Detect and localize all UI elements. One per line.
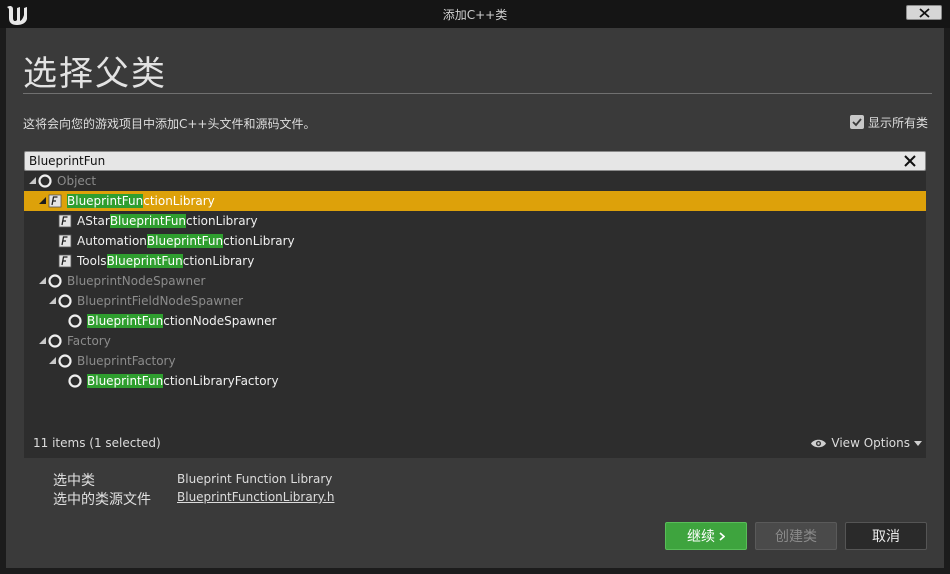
circle-node-icon — [48, 274, 62, 288]
tree-row[interactable]: ToolsBlueprintFunctionLibrary — [24, 251, 926, 271]
expand-arrow-icon[interactable] — [48, 296, 57, 305]
continue-label: 继续 — [687, 529, 715, 545]
items-count: 11 items (1 selected) — [33, 436, 161, 450]
clear-search-icon[interactable] — [903, 154, 917, 168]
create-class-button[interactable]: 创建类 — [755, 522, 837, 550]
expand-arrow-icon[interactable] — [38, 196, 47, 205]
close-button[interactable] — [906, 5, 942, 20]
label-suffix: ctionLibrary — [143, 194, 215, 208]
tree-row[interactable]: BlueprintFunctionLibrary — [24, 191, 926, 211]
tree-row-label: BlueprintFunctionLibraryFactory — [87, 374, 279, 388]
tree-row[interactable]: AutomationBlueprintFunctionLibrary — [24, 231, 926, 251]
label-suffix: Factory — [67, 334, 111, 348]
search-match-highlight: BlueprintFun — [67, 194, 144, 208]
label-prefix: AStar — [77, 214, 110, 228]
tree-row[interactable]: BlueprintFactory — [24, 351, 926, 371]
script-class-icon — [58, 214, 72, 228]
show-all-label: 显示所有类 — [867, 115, 928, 130]
selected-class-label: 选中类 — [53, 473, 95, 489]
tree-row[interactable]: Factory — [24, 331, 926, 351]
tree-row[interactable]: BlueprintNodeSpawner — [24, 271, 926, 291]
window-title: 添加C++类 — [442, 8, 508, 22]
search-match-highlight: BlueprintFun — [87, 374, 164, 388]
tree-row[interactable]: BlueprintFunctionNodeSpawner — [24, 311, 926, 331]
label-prefix: Tools — [77, 254, 107, 268]
expand-arrow-icon[interactable] — [48, 356, 57, 365]
search-input[interactable] — [29, 153, 889, 169]
view-options-button[interactable]: View Options — [810, 436, 922, 450]
search-box[interactable] — [24, 151, 926, 171]
label-suffix: ctionLibrary — [186, 214, 258, 228]
circle-node-icon — [68, 314, 82, 328]
tree-row[interactable]: AStarBlueprintFunctionLibrary — [24, 211, 926, 231]
selected-class-value: Blueprint Function Library — [177, 472, 333, 486]
expand-arrow-icon[interactable] — [28, 176, 37, 185]
search-match-highlight: BlueprintFun — [106, 254, 183, 268]
search-match-highlight: BlueprintFun — [109, 214, 187, 228]
script-class-icon — [58, 254, 72, 268]
tree-row-label: Factory — [67, 334, 111, 348]
tree-row-label: BlueprintFactory — [77, 354, 176, 368]
label-prefix: Automation — [77, 234, 147, 248]
circle-node-icon — [38, 174, 52, 188]
show-all-checkbox[interactable] — [849, 115, 864, 129]
tree-row[interactable]: BlueprintFieldNodeSpawner — [24, 291, 926, 311]
eye-icon — [811, 439, 827, 447]
circle-node-icon — [48, 334, 62, 348]
search-match-highlight: BlueprintFun — [87, 314, 164, 328]
content-panel: 选择父类 这将会向您的游戏项目中添加C++头文件和源码文件。 显示所有类 Obj… — [6, 28, 944, 568]
close-icon — [919, 8, 930, 18]
tree-row-label: BlueprintNodeSpawner — [67, 274, 205, 288]
label-suffix: ctionLibrary — [182, 254, 255, 268]
tree-row-label: BlueprintFunctionNodeSpawner — [87, 314, 276, 328]
tree-row-label: BlueprintFieldNodeSpawner — [77, 294, 243, 308]
label-suffix: ctionLibrary — [223, 234, 295, 248]
tree-row[interactable]: Object — [24, 171, 926, 191]
script-class-icon — [58, 234, 72, 248]
circle-node-icon — [68, 374, 82, 388]
expand-arrow-icon[interactable] — [38, 336, 47, 345]
label-suffix: BlueprintFieldNodeSpawner — [77, 294, 244, 308]
circle-node-icon — [58, 294, 72, 308]
circle-node-icon — [58, 354, 72, 368]
label-suffix: Object — [57, 174, 97, 188]
continue-button[interactable]: 继续 — [665, 522, 747, 550]
script-class-icon — [48, 194, 62, 208]
title-bar[interactable]: 添加C++类 — [0, 0, 950, 28]
label-suffix: ctionNodeSpawner — [163, 314, 277, 328]
tree-row-label: AStarBlueprintFunctionLibrary — [77, 214, 258, 228]
label-suffix: ctionLibraryFactory — [163, 374, 279, 388]
search-match-highlight: BlueprintFun — [146, 234, 224, 248]
add-cpp-class-window: 添加C++类 选择父类 这将会向您的游戏项目中添加C++头文件和源码文件。 显示… — [0, 0, 950, 574]
chevron-down-icon — [914, 440, 922, 446]
show-all-classes-toggle[interactable]: 显示所有类 — [849, 114, 928, 130]
class-tree[interactable]: Object BlueprintFunctionLibrary AStarBluep… — [24, 171, 926, 458]
chevron-right-icon — [719, 531, 725, 541]
tree-row-label: BlueprintFunctionLibrary — [67, 194, 215, 208]
title-divider — [23, 93, 932, 94]
page-title: 选择父类 — [23, 54, 167, 94]
view-options-label: View Options — [831, 436, 910, 450]
expand-arrow-icon[interactable] — [38, 276, 47, 285]
label-suffix: BlueprintFactory — [77, 354, 176, 368]
description-text: 这将会向您的游戏项目中添加C++头文件和源码文件。 — [23, 117, 316, 131]
cancel-button[interactable]: 取消 — [845, 522, 927, 550]
tree-row-label: AutomationBlueprintFunctionLibrary — [77, 234, 295, 248]
label-suffix: BlueprintNodeSpawner — [67, 274, 206, 288]
selected-source-link[interactable]: BlueprintFunctionLibrary.h — [177, 490, 334, 504]
tree-row[interactable]: BlueprintFunctionLibraryFactory — [24, 371, 926, 391]
tree-row-label: Object — [57, 174, 96, 188]
tree-row-label: ToolsBlueprintFunctionLibrary — [77, 254, 254, 268]
checkmark-icon — [852, 118, 862, 127]
selected-source-label: 选中的类源文件 — [53, 492, 151, 508]
